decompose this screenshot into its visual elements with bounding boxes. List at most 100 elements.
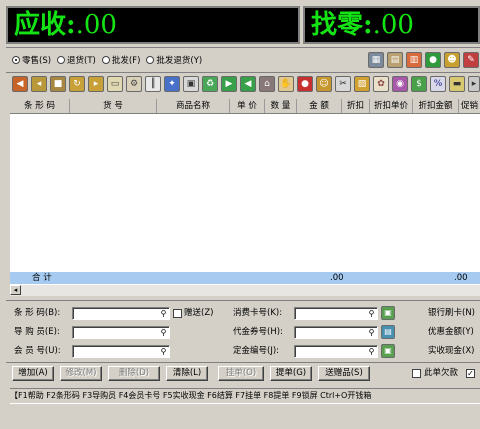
card-icon[interactable]: ▣ — [381, 306, 395, 320]
refresh-icon[interactable]: ↻ — [69, 76, 85, 92]
change-display: 找零:.00 — [303, 6, 480, 44]
edit-button[interactable]: 修改(M) — [60, 366, 102, 381]
clear-button[interactable]: 清除(L) — [166, 366, 208, 381]
col-discount[interactable]: 折扣 — [342, 99, 370, 113]
hand-icon[interactable]: ✋ — [278, 76, 294, 92]
add-button[interactable]: 增加(A) — [12, 366, 54, 381]
deposit-icon[interactable]: ▣ — [381, 344, 395, 358]
search-icon[interactable]: ⚲ — [367, 309, 376, 318]
forward-icon[interactable]: ▸ — [88, 76, 104, 92]
home-icon[interactable]: ⌂ — [259, 76, 275, 92]
barcode-input[interactable]: ⚲ — [72, 307, 170, 320]
gift-icon[interactable]: ✿ — [373, 76, 389, 92]
barcode-icon[interactable]: ║ — [145, 76, 161, 92]
col-discount-amount[interactable]: 折扣金额 — [413, 99, 459, 113]
search-icon[interactable]: ⚲ — [367, 328, 376, 337]
guide-input[interactable]: ⚲ — [72, 326, 170, 339]
money-icon[interactable]: $ — [411, 76, 427, 92]
radio-retail[interactable]: 零售(S) — [12, 54, 51, 66]
toolbar-separator — [6, 72, 480, 73]
col-product-name[interactable]: 商品名称 — [157, 99, 230, 113]
barcode-label: 条 形 码(B): — [14, 308, 61, 318]
more-icon[interactable]: ▸ — [468, 76, 480, 92]
voucher-label: 代金券号(H): — [233, 327, 283, 337]
back-icon[interactable]: ◂ — [31, 76, 47, 92]
owed-label: 此单欠款 — [424, 368, 459, 378]
gear-icon[interactable]: ⚙ — [126, 76, 142, 92]
guide-label: 导 购 员(E): — [14, 327, 60, 337]
recycle-icon[interactable]: ♻ — [202, 76, 218, 92]
col-promotion[interactable]: 促销 — [459, 99, 480, 113]
people-icon[interactable]: ☻ — [444, 52, 460, 68]
radio-retail-dot[interactable] — [12, 56, 20, 64]
retrieve-order-button[interactable]: 提单(G) — [270, 366, 312, 381]
cash-label: 实收现金(X) — [428, 346, 475, 356]
search-icon[interactable]: ⚲ — [367, 347, 376, 356]
member-input[interactable]: ⚲ — [72, 345, 170, 358]
col-item-no[interactable]: 货 号 — [70, 99, 157, 113]
radio-wholesale-dot[interactable] — [101, 56, 110, 64]
apple-icon[interactable]: ● — [297, 76, 313, 92]
color-icon[interactable]: ◉ — [392, 76, 408, 92]
discount-amount-label: 优惠金额(Y) — [428, 327, 474, 337]
scroll-left-button[interactable]: ◂ — [10, 285, 21, 295]
delete-button[interactable]: 删除(D) — [108, 366, 160, 381]
search-icon[interactable]: ⚲ — [159, 309, 168, 318]
radio-return-dot[interactable] — [57, 56, 66, 64]
radio-wholesale-label: 批发(F) — [111, 56, 141, 66]
give-gift-button[interactable]: 送赠品(S) — [318, 366, 370, 381]
search-icon[interactable]: ⚲ — [159, 328, 168, 337]
next-icon[interactable]: ▶ — [221, 76, 237, 92]
radio-wholesale[interactable]: 批发(F) — [101, 54, 141, 66]
deposit-input[interactable]: ⚲ — [294, 345, 378, 358]
owed-toggle-checkbox[interactable]: ✓ — [466, 369, 475, 378]
globe-icon[interactable]: ● — [425, 52, 441, 68]
consume-card-input[interactable]: ⚲ — [294, 307, 378, 320]
receivable-label: 应收: — [14, 10, 76, 40]
col-barcode[interactable]: 条 形 码 — [10, 99, 70, 113]
change-value: .00 — [372, 10, 414, 40]
register-icon[interactable]: ▤ — [387, 52, 403, 68]
col-amount[interactable]: 金 额 — [297, 99, 342, 113]
lock-icon[interactable]: ■ — [50, 76, 66, 92]
voucher-input[interactable]: ⚲ — [294, 326, 378, 339]
notes-icon[interactable]: ✎ — [463, 52, 479, 68]
radio-wholesale-return-dot[interactable] — [146, 56, 155, 64]
radio-retail-label: 零售(S) — [22, 56, 52, 66]
col-quantity[interactable]: 数 量 — [265, 99, 297, 113]
voucher-icon[interactable]: ▤ — [381, 325, 395, 339]
gift-label: 赠送(Z) — [184, 308, 214, 318]
horizontal-scrollbar[interactable]: ◂ — [10, 284, 480, 296]
calendar-icon[interactable]: ▥ — [406, 52, 422, 68]
prev-icon[interactable]: ◀ — [240, 76, 256, 92]
total-discount-amount: .00 — [454, 273, 468, 283]
copy-icon[interactable]: ▭ — [107, 76, 123, 92]
figure-icon[interactable]: ✦ — [164, 76, 180, 92]
item-table-body[interactable] — [10, 114, 480, 272]
image-icon[interactable]: ▧ — [354, 76, 370, 92]
owed-checkbox[interactable] — [412, 369, 421, 378]
col-discount-price[interactable]: 折扣单价 — [370, 99, 413, 113]
total-label: 合 计 — [32, 273, 52, 283]
item-table-header: 条 形 码 货 号 商品名称 单 价 数 量 金 额 折扣 折扣单价 折扣金额 … — [10, 99, 480, 114]
radio-return-label: 退货(T) — [67, 56, 96, 66]
divider — [6, 47, 480, 48]
form-icon[interactable]: ▣ — [183, 76, 199, 92]
user-icon[interactable]: ☺ — [316, 76, 332, 92]
discount-icon[interactable]: % — [430, 76, 446, 92]
open-icon[interactable]: ◀ — [12, 76, 28, 92]
search-icon[interactable]: ⚲ — [159, 347, 168, 356]
hold-order-button[interactable]: 挂单(O) — [218, 366, 264, 381]
scissors-icon[interactable]: ✂ — [335, 76, 351, 92]
receivable-value: .00 — [75, 10, 117, 40]
col-unit-price[interactable]: 单 价 — [230, 99, 265, 113]
table-total-row: 合 计 .00 .00 — [10, 272, 480, 284]
calculator-icon[interactable]: ▦ — [368, 52, 384, 68]
bank-card-label: 银行刷卡(N) — [428, 308, 475, 318]
consume-card-label: 消费卡号(K): — [233, 308, 283, 318]
gift-checkbox[interactable] — [173, 309, 182, 318]
radio-return[interactable]: 退货(T) — [57, 54, 96, 66]
report-icon[interactable]: ▬ — [449, 76, 465, 92]
radio-wholesale-return[interactable]: 批发退货(Y) — [146, 54, 202, 66]
member-label: 会 员 号(U): — [14, 346, 61, 356]
